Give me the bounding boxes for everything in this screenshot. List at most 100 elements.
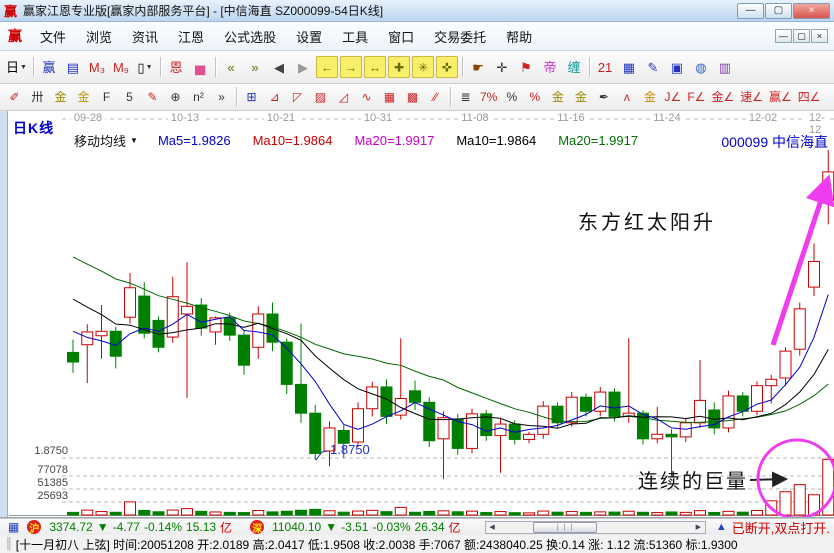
grid-red1-icon[interactable]: ▦ — [378, 87, 401, 107]
mdi-restore-button[interactable]: ▢ — [793, 29, 810, 43]
calculator-icon[interactable]: ▦ — [617, 55, 641, 79]
close-button[interactable]: × — [793, 3, 830, 19]
winner-web-icon[interactable]: 赢 — [37, 55, 61, 79]
calendar-icon[interactable]: 21 — [593, 55, 617, 79]
menu-item-江恩[interactable]: 江恩 — [168, 24, 214, 49]
date-axis: 09-2810-1310-2110-3111-0811-1611-2412-02… — [0, 112, 834, 125]
scrollbar-track[interactable]: ❘❘❘ — [499, 522, 692, 533]
export-icon[interactable]: ◍ — [689, 55, 713, 79]
report-icon[interactable]: ▤ — [61, 55, 85, 79]
mdi-close-button[interactable]: × — [811, 29, 828, 43]
color-chart-icon[interactable]: ▅ — [188, 55, 212, 79]
next-bar-icon[interactable]: ▶ — [291, 55, 315, 79]
diamond-cross-icon[interactable]: ✚ — [388, 56, 410, 78]
prev-bar-icon[interactable]: ◀ — [267, 55, 291, 79]
ma-selector[interactable]: 移动均线 ▼ — [74, 131, 138, 150]
diamond-right-icon[interactable]: → — [340, 56, 362, 78]
menu-item-交易委托[interactable]: 交易委托 — [424, 24, 496, 49]
angle-j-icon[interactable]: J∠ — [661, 87, 684, 107]
diag-lines-icon[interactable]: ∕∕ — [424, 87, 447, 107]
grid-gold1-icon[interactable]: 金 — [49, 87, 72, 107]
angle-su-icon: 速∠ — [740, 91, 763, 103]
wave9-icon[interactable]: M₉ — [109, 55, 133, 79]
chart-horizontal-scrollbar[interactable]: ◀ ❘❘❘ ▶ — [485, 521, 706, 534]
connection-status[interactable]: ▲ 已断开,双点打开. — [716, 518, 830, 537]
gann-en-icon[interactable]: 恩 — [164, 55, 188, 79]
first-bar-icon[interactable]: « — [219, 55, 243, 79]
angle-win-icon[interactable]: 赢∠ — [766, 87, 795, 107]
menu-item-设置[interactable]: 设置 — [286, 24, 332, 49]
angle-si-icon[interactable]: 四∠ — [795, 87, 824, 107]
grid-n2-icon[interactable]: n² — [187, 87, 210, 107]
diamond-move-icon[interactable]: ✜ — [436, 56, 458, 78]
date-tick: 11-24 — [650, 112, 683, 124]
gann-box-icon[interactable]: ⊞ — [240, 87, 263, 107]
menu-item-窗口[interactable]: 窗口 — [378, 24, 424, 49]
network-icon[interactable]: ▥ — [713, 55, 737, 79]
hand-icon[interactable]: ☛ — [466, 55, 490, 79]
angle-fan-icon[interactable]: ◿ — [332, 87, 355, 107]
grid-5-icon[interactable]: 5 — [118, 87, 141, 107]
menu-item-帮助[interactable]: 帮助 — [496, 24, 542, 49]
flag-pointer-icon[interactable]: ⚑ — [514, 55, 538, 79]
ruler-icon[interactable]: ≣ — [454, 87, 477, 107]
grid-gold2-icon[interactable]: 金 — [72, 87, 95, 107]
di-tool-icon[interactable]: 帝 — [538, 55, 562, 79]
kline-period-icon[interactable]: 日▼ — [3, 55, 30, 79]
angle-gold-icon[interactable]: 金∠ — [708, 87, 737, 107]
scroll-left-icon[interactable]: ◀ — [486, 522, 499, 533]
diamond-left-icon: ← — [321, 61, 333, 73]
notes-icon[interactable]: ✎ — [641, 55, 665, 79]
scroll-right-icon[interactable]: ▶ — [692, 522, 705, 533]
quote-table-icon[interactable]: ▦ — [8, 520, 19, 534]
percent7-icon[interactable]: 7% — [477, 87, 500, 107]
scrollbar-thumb[interactable]: ❘❘❘ — [533, 522, 597, 533]
chevron-down-icon[interactable]: ▼ — [20, 64, 27, 71]
grid-pencil-icon[interactable]: ✎ — [141, 87, 164, 107]
grid-circle-icon[interactable]: ⊕ — [164, 87, 187, 107]
more-tools-icon[interactable]: » — [210, 87, 233, 107]
wave-a-icon[interactable]: ʌ — [615, 87, 638, 107]
zigzag-icon[interactable]: ∿ — [355, 87, 378, 107]
fan-box-icon[interactable]: ◸ — [286, 87, 309, 107]
kline-chart-panel[interactable]: 日K线 09-2810-1310-2110-3111-0811-1611-241… — [0, 111, 834, 518]
crosshair-icon[interactable]: ✛ — [490, 55, 514, 79]
shanghai-index-quote[interactable]: 沪 3374.72 ▼ -4.77 -0.14% 15.13 亿 — [23, 519, 232, 536]
draw-pencil-icon[interactable]: ✐ — [3, 87, 26, 107]
chevron-down-icon[interactable]: ▼ — [146, 64, 153, 71]
gold-underline-icon[interactable]: 金 — [638, 87, 661, 107]
angle-su-icon[interactable]: 速∠ — [737, 87, 766, 107]
restore-button[interactable]: ▢ — [765, 3, 792, 19]
angle-f-icon[interactable]: F∠ — [684, 87, 708, 107]
gold-lines-icon[interactable]: 金 — [569, 87, 592, 107]
percent-line-icon[interactable]: % — [523, 87, 546, 107]
diamond-leftright-icon[interactable]: ↔ — [364, 56, 386, 78]
diamond-star-icon[interactable]: ✳ — [412, 56, 434, 78]
chan-tool-icon[interactable]: 缠 — [562, 55, 586, 79]
menu-item-公式选股[interactable]: 公式选股 — [214, 24, 286, 49]
menu-item-浏览[interactable]: 浏览 — [76, 24, 122, 49]
menu-item-文件[interactable]: 文件 — [30, 24, 76, 49]
percent-icon[interactable]: % — [500, 87, 523, 107]
mdi-minimize-button[interactable]: — — [775, 29, 792, 43]
fan-lines-icon[interactable]: ⊿ — [263, 87, 286, 107]
diamond-left-icon[interactable]: ← — [316, 56, 338, 78]
shenzhen-index-quote[interactable]: 深 11040.10 ▼ -3.51 -0.03% 26.34 亿 — [246, 519, 461, 536]
menu-item-资讯[interactable]: 资讯 — [122, 24, 168, 49]
gold-circle-icon[interactable]: 金 — [546, 87, 569, 107]
sz-index-change: -3.51 — [341, 520, 368, 534]
save-icon[interactable]: ▣ — [665, 55, 689, 79]
box-lines-icon[interactable]: ▨ — [309, 87, 332, 107]
grid-red2-icon[interactable]: ▩ — [401, 87, 424, 107]
diag-lines-icon: ∕∕ — [433, 91, 437, 103]
candle-style-icon[interactable]: ▯▼ — [133, 55, 157, 79]
grid-gold1-icon: 金 — [54, 91, 66, 103]
minimize-button[interactable]: — — [737, 3, 764, 19]
last-bar-icon[interactable]: » — [243, 55, 267, 79]
grid-plain-icon[interactable]: 卅 — [26, 87, 49, 107]
wave3-icon[interactable]: M₃ — [85, 55, 109, 79]
grid-f-icon[interactable]: F — [95, 87, 118, 107]
price-flag-icon[interactable]: ✒ — [592, 87, 615, 107]
menu-item-工具[interactable]: 工具 — [332, 24, 378, 49]
chan-tool-icon: 缠 — [567, 61, 580, 74]
